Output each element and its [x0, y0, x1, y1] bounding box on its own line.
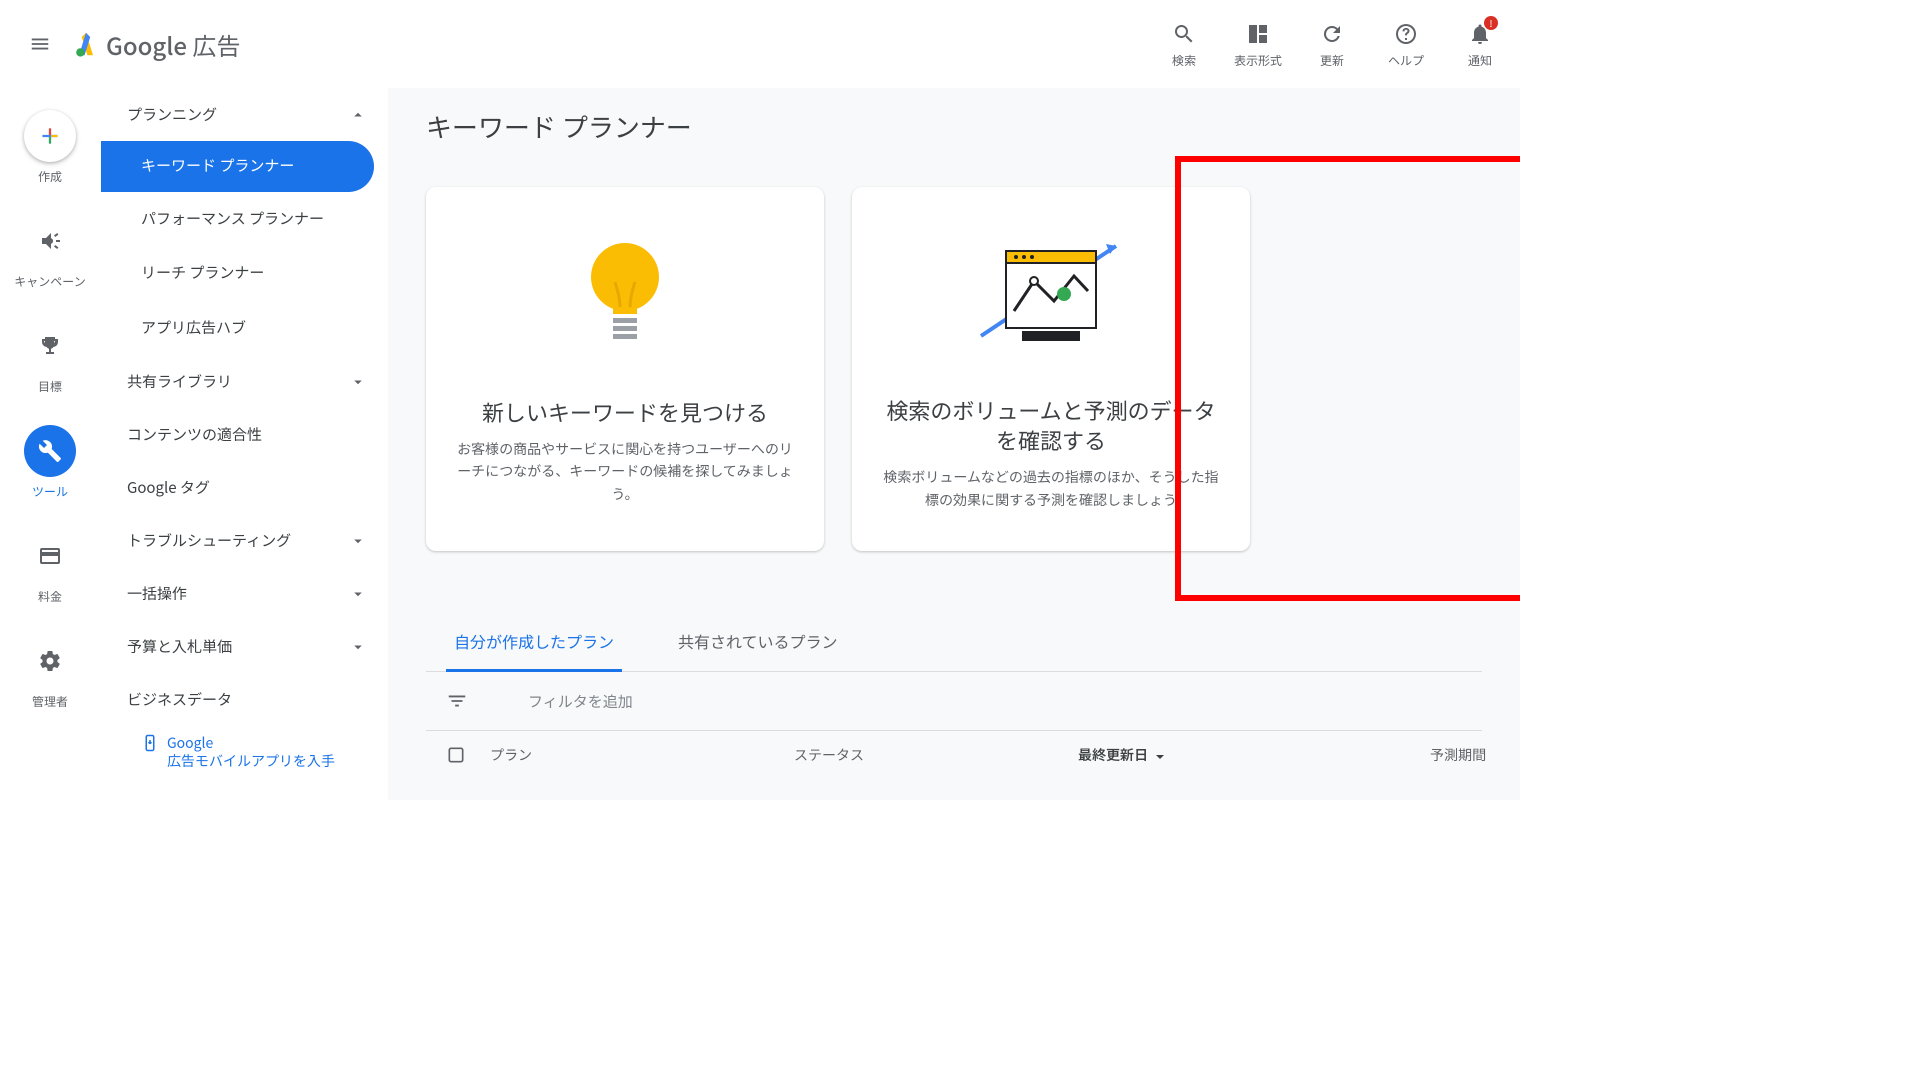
sidebar-mobile-app-link[interactable]: Google 広告モバイルアプリを入手	[101, 726, 388, 778]
chevron-down-icon	[348, 637, 368, 657]
menu-icon	[29, 33, 51, 55]
col-status[interactable]: ステータス	[794, 745, 1054, 765]
table-header: プラン ステータス 最終更新日 予測期間	[426, 731, 1482, 779]
sidebar-item-business-data[interactable]: ビジネスデータ	[101, 673, 388, 726]
sidebar-group-shared-library[interactable]: 共有ライブラリ	[101, 355, 388, 408]
refresh-button[interactable]: 更新	[1308, 20, 1356, 69]
sidebar: プランニング キーワード プランナー パフォーマンス プランナー リーチ プラン…	[100, 88, 388, 800]
sidebar-group-troubleshooting[interactable]: トラブルシューティング	[101, 514, 388, 567]
col-last-updated[interactable]: 最終更新日	[1078, 745, 1338, 765]
filter-row[interactable]: フィルタを追加	[426, 672, 1482, 731]
card-icon	[24, 530, 76, 582]
sidebar-item-google-tag[interactable]: Google タグ	[101, 461, 388, 514]
chart-illustration	[971, 227, 1131, 365]
rail-campaigns[interactable]: キャンペーン	[14, 215, 85, 290]
wrench-icon	[24, 425, 76, 477]
filter-icon	[446, 690, 468, 712]
rail-tools[interactable]: ツール	[24, 425, 76, 500]
main-content: キーワード プランナー 新しいキーワードを見つける	[388, 88, 1520, 800]
bell-icon: !	[1466, 20, 1494, 48]
topbar-actions: 検索 表示形式 更新 ヘルプ	[1160, 20, 1504, 69]
help-button[interactable]: ヘルプ	[1382, 20, 1430, 69]
sidebar-group-budgets[interactable]: 予算と入札単価	[101, 620, 388, 673]
refresh-icon	[1318, 20, 1346, 48]
tab-shared-plans[interactable]: 共有されているプラン	[670, 611, 846, 671]
sidebar-item-performance-planner[interactable]: パフォーマンス プランナー	[101, 192, 388, 247]
page-title: キーワード プランナー	[426, 108, 1482, 145]
google-ads-logo-icon	[72, 30, 100, 58]
trophy-icon	[24, 320, 76, 372]
rail-admin[interactable]: 管理者	[24, 635, 76, 710]
search-icon	[1170, 20, 1198, 48]
filter-placeholder: フィルタを追加	[528, 691, 633, 712]
chevron-down-icon	[348, 372, 368, 392]
sort-desc-icon	[1152, 747, 1168, 763]
lightbulb-illustration	[545, 227, 705, 367]
chevron-down-icon	[348, 584, 368, 604]
appearance-button[interactable]: 表示形式	[1234, 20, 1282, 69]
rail-goals[interactable]: 目標	[24, 320, 76, 395]
rail-create[interactable]: 作成	[24, 110, 76, 185]
card-discover-keywords[interactable]: 新しいキーワードを見つける お客様の商品やサービスに関心を持つユーザーへのリーチ…	[426, 187, 824, 551]
card-search-volume-forecast[interactable]: 検索のボリュームと予測のデータを確認する 検索ボリュームなどの過去の指標のほか、…	[852, 187, 1250, 551]
rail-billing[interactable]: 料金	[24, 530, 76, 605]
gear-icon	[24, 635, 76, 687]
tab-my-plans[interactable]: 自分が作成したプラン	[446, 611, 622, 671]
plan-tabs: 自分が作成したプラン 共有されているプラン	[426, 611, 1482, 672]
sidebar-item-reach-planner[interactable]: リーチ プランナー	[101, 246, 388, 301]
topbar: Google 広告 検索 表示形式 更新	[0, 0, 1520, 88]
mobile-download-icon	[141, 734, 159, 752]
select-all-checkbox[interactable]	[446, 745, 466, 765]
chevron-down-icon	[348, 531, 368, 551]
hamburger-menu[interactable]	[16, 20, 64, 68]
left-rail: 作成 キャンペーン 目標 ツール	[0, 88, 100, 800]
sidebar-item-keyword-planner[interactable]: キーワード プランナー	[101, 141, 374, 192]
plus-icon	[24, 110, 76, 162]
notifications-button[interactable]: ! 通知	[1456, 20, 1504, 69]
sidebar-item-content-suitability[interactable]: コンテンツの適合性	[101, 408, 388, 461]
sidebar-group-bulk-actions[interactable]: 一括操作	[101, 567, 388, 620]
layout-icon	[1244, 20, 1272, 48]
sidebar-item-app-hub[interactable]: アプリ広告ハブ	[101, 301, 388, 356]
sidebar-group-planning[interactable]: プランニング	[101, 88, 388, 141]
chevron-up-icon	[348, 105, 368, 125]
product-logo[interactable]: Google 広告	[72, 27, 240, 62]
notification-badge: !	[1484, 16, 1498, 30]
help-icon	[1392, 20, 1420, 48]
product-name: Google 広告	[106, 27, 240, 62]
megaphone-icon	[24, 215, 76, 267]
search-button[interactable]: 検索	[1160, 20, 1208, 69]
col-plan[interactable]: プラン	[490, 745, 770, 765]
col-forecast-period[interactable]: 予測期間	[1386, 745, 1486, 765]
